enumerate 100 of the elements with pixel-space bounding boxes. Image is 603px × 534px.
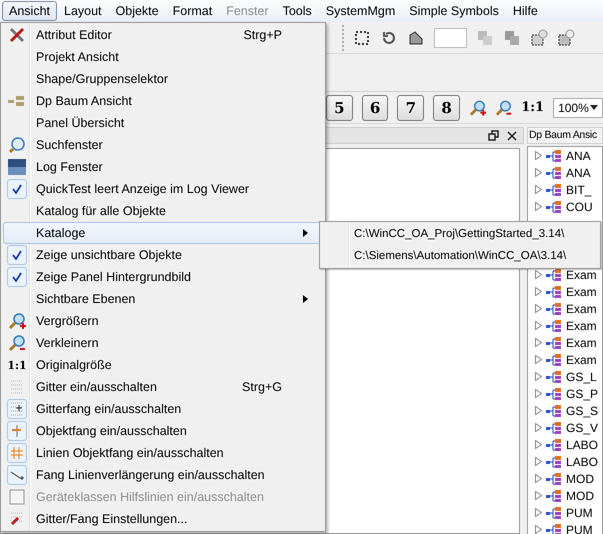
layer-button[interactable]: 7 [397,94,424,120]
menu-bar-item[interactable]: Hilfe [506,1,545,21]
actual-size-icon: 1:1 [7,358,27,372]
menu-item[interactable]: Attribut Editor Strg+P [3,24,323,46]
menu-item[interactable]: Verkleinern [3,332,323,354]
menu-item[interactable]: Dp Baum Ansicht [3,90,323,112]
menu-bar-item[interactable]: Format [166,1,220,21]
line-snap-icon [9,445,25,461]
tree-item[interactable]: MOD [566,488,594,502]
tree-node-icon [546,200,562,212]
tree-node-icon [546,438,562,450]
menu-item[interactable]: Katalog für alle Objekte [3,200,323,222]
shape-edit-icon [407,28,425,46]
layer-button[interactable]: 5 [326,94,353,120]
layers-icon [503,28,521,46]
shortcut-label: Strg+G [242,380,282,394]
tree-item[interactable]: LABO [566,438,598,452]
menu-item[interactable]: Sichtbare Ebenen [3,288,323,310]
layer-button[interactable]: 8 [433,94,460,120]
tree-node-icon [546,422,562,434]
close-icon [507,130,517,140]
undock-icon [488,130,499,141]
tree-item[interactable]: LABO [566,454,598,468]
zoom-out-icon [495,98,512,116]
submenu-item[interactable]: C:\WinCC_OA_Proj\GettingStarted_3.14\ [320,223,600,245]
tree-item[interactable]: GS_P [566,386,598,400]
zoom-label: 1:1 [521,100,544,115]
submenu-arrow-icon [303,295,308,303]
tree-node-icon [546,490,562,502]
menu-item[interactable]: Objektfang ein/ausschalten [3,420,323,442]
tree-node-icon [546,388,562,400]
menu-item[interactable]: Zeige Panel Hintergrundbild [3,266,323,288]
tree-node-icon [546,404,562,416]
tree-item[interactable]: COU [566,200,593,214]
tree-item[interactable]: Exam [566,352,597,366]
group-icon [530,28,548,46]
tree-node-icon [546,320,562,332]
tree-node-icon [546,302,562,314]
tree-node-icon [546,166,562,178]
menu-item[interactable]: Gitterfang ein/ausschalten [3,398,323,420]
submenu-arrow-icon [303,229,308,237]
tree-item[interactable]: PUM [566,506,593,520]
menu-item[interactable]: Log Fenster [3,156,323,178]
menu-item[interactable]: Vergrößern [3,310,323,332]
grid-icon [9,379,25,395]
guide-lines-icon [9,489,25,505]
grid-snap-icon [9,401,25,417]
tree-item[interactable]: GS_L [566,370,597,384]
menu-bar-item[interactable]: Layout [57,1,109,21]
tree-item[interactable]: MOD [566,472,594,486]
grid-settings-icon [9,511,25,527]
search-icon [8,136,26,154]
menu-item[interactable]: Linien Objektfang ein/ausschalten [3,442,323,464]
menu-bar-item[interactable]: Tools [276,1,319,21]
tree-item[interactable]: ANA [566,148,591,162]
tree-item[interactable]: Exam [566,318,597,332]
dropdown-icon [590,105,598,110]
tree-node-icon [546,472,562,484]
tree-item[interactable]: Exam [566,302,597,316]
tree-node-icon [546,354,562,366]
shortcut-label: Strg+P [243,28,282,42]
menu-item[interactable]: QuickTest leert Anzeige im Log Viewer [3,178,323,200]
tree-item[interactable]: Exam [566,336,597,350]
menu-item[interactable]: Gitter/Fang Einstellungen... [3,508,323,530]
tree-node-icon [546,268,562,280]
menu-bar-item[interactable]: SystemMgm [318,1,402,21]
tree-node-icon [546,286,562,298]
menu-item[interactable]: Panel Übersicht [3,112,323,134]
zoom-in-icon [8,312,26,330]
menu-bar-item[interactable]: Simple Symbols [402,1,506,21]
tree-node-icon [546,456,562,468]
tree-node-icon [546,506,562,518]
layer-button[interactable]: 6 [362,94,388,120]
menu-bar-item[interactable]: Ansicht [2,1,57,21]
zoom-select[interactable]: 100% [553,98,603,118]
tree-item[interactable]: GS_S [566,404,598,418]
zoom-in-icon [468,98,486,116]
text-field[interactable] [434,28,467,48]
tree-item[interactable]: PUM [566,522,593,534]
tree-item[interactable]: ANA [566,166,591,180]
menu-item[interactable]: Zeige unsichtbare Objekte [3,244,323,266]
tree-item[interactable]: Exam [566,268,597,282]
menu-item[interactable]: Suchfenster [3,134,323,156]
menu-bar-item[interactable]: Objekte [108,1,166,21]
tree-node-icon [546,150,562,162]
menu-item[interactable]: 1:1 Originalgröße [3,354,323,376]
menu-item[interactable]: Fang Linienverlängerung ein/ausschalten [3,464,323,486]
check-icon [12,250,22,260]
zoom-out-icon [8,334,26,352]
menu-item[interactable]: Projekt Ansicht [3,46,323,68]
menu-item[interactable]: Shape/Gruppenselektor [3,68,323,90]
menu-item[interactable]: Gitter ein/ausschalten Strg+G [3,376,323,398]
tree-node-icon [546,336,562,348]
tree-item[interactable]: BIT_ [566,182,592,196]
tree-item[interactable]: Exam [566,284,597,298]
tree-item[interactable]: GS_V [566,420,598,434]
submenu-item[interactable]: C:\Siemens\Automation\WinCC_OA\3.14\ [320,245,600,267]
tree-node-icon [8,95,26,107]
tree-node-icon [546,524,562,534]
dock-tab[interactable]: Dp Baum Ansic [527,127,603,144]
